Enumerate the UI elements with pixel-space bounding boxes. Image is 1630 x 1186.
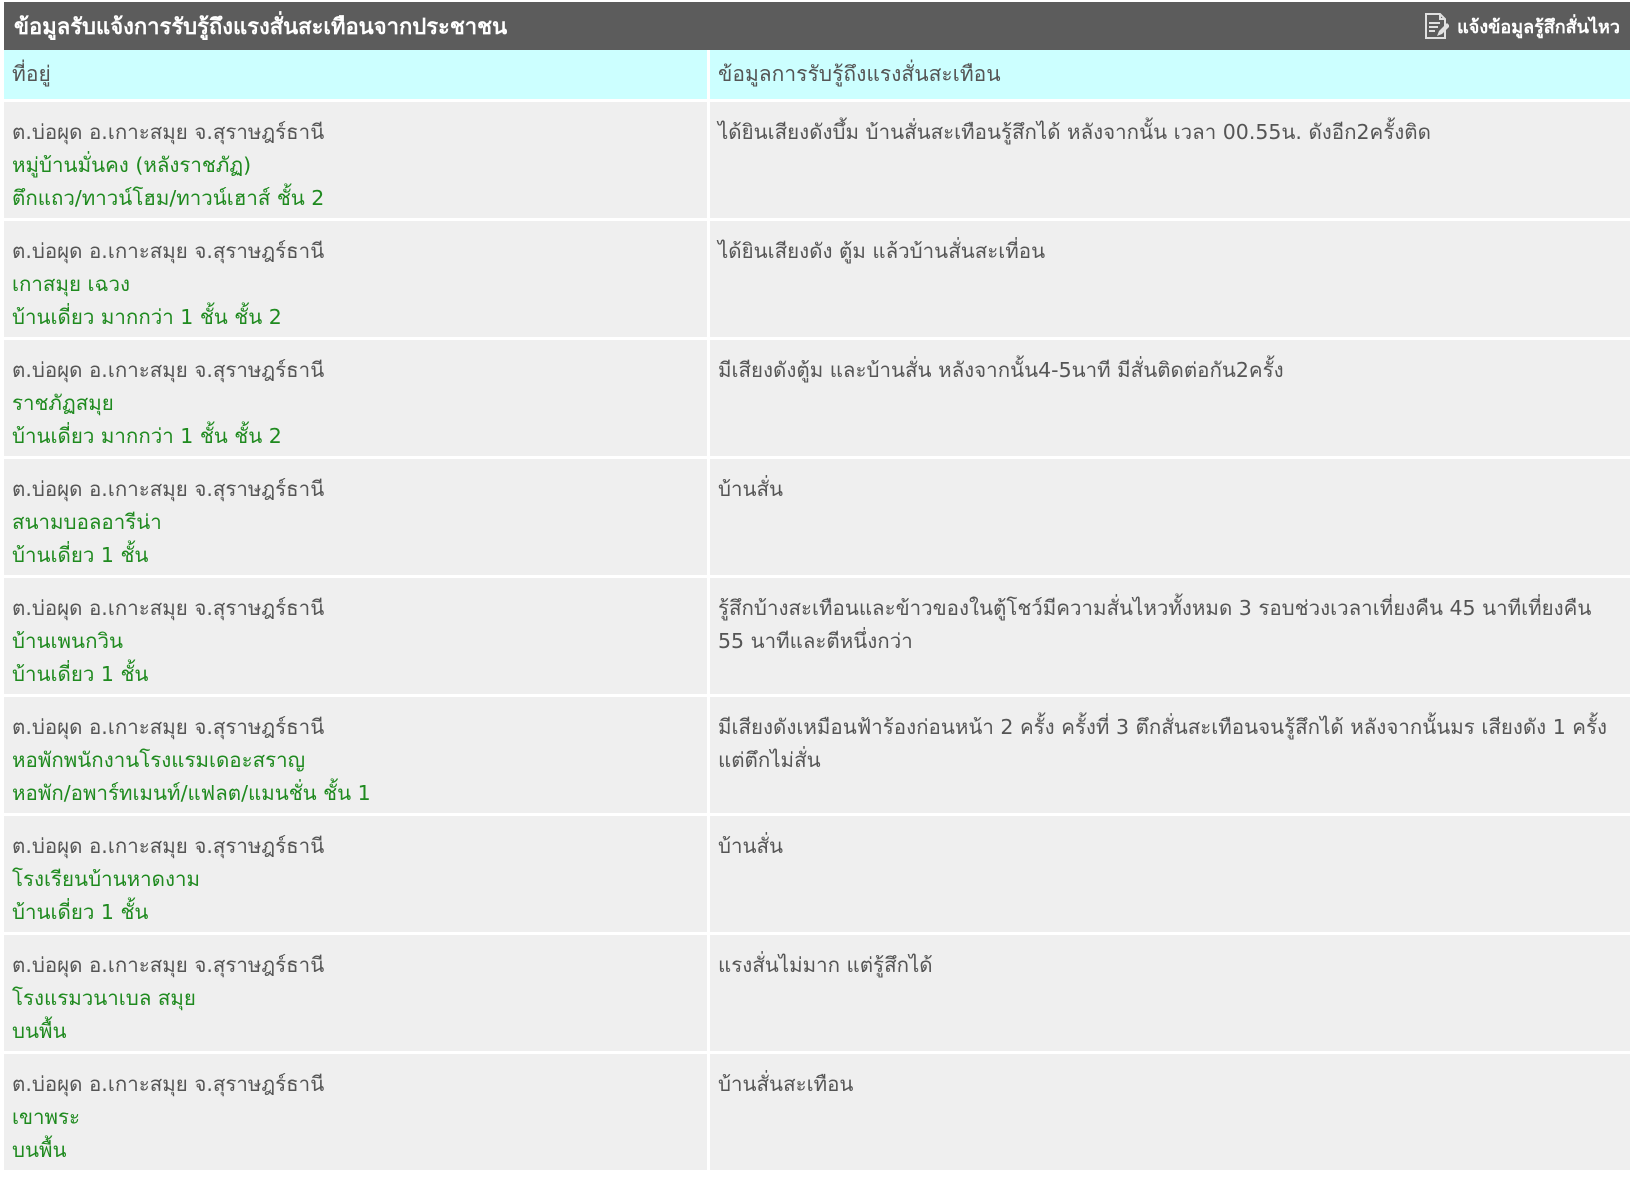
address-district: ต.บ่อผุด อ.เกาะสมุย จ.สุราษฎร์ธานี — [12, 120, 325, 144]
address-place: สนามบอลอารีน่า — [12, 510, 162, 534]
address-building-type: บ้านเดี่ยว มากกว่า 1 ชั้น ชั้น 2 — [12, 424, 282, 448]
felt-report-text: มีเสียงดังตู้ม และบ้านสั่น หลังจากนั้น4-… — [718, 358, 1284, 382]
felt-info-cell: รู้สึกบ้างสะเทือนและข้าวของในตู้โชว์มีคว… — [710, 578, 1630, 697]
address-place: หมู่บ้านมั่นคง (หลังราชภัฏ) — [12, 153, 252, 177]
address-cell: ต.บ่อผุด อ.เกาะสมุย จ.สุราษฎร์ธานี หมู่บ… — [4, 102, 710, 221]
reports-panel: ข้อมูลรับแจ้งการรับรู้ถึงแรงสั่นสะเทือนจ… — [4, 2, 1630, 1177]
address-building-type: บนพื้น — [12, 1019, 67, 1043]
felt-info-cell: ได้ยินเสียงดังบึ้ม บ้านสั่นสะเทือนรู้สึก… — [710, 102, 1630, 221]
felt-report-text: แรงสั่นไม่มาก แต่รู้สึกได้ — [718, 953, 933, 977]
address-place: ราชภัฏสมุย — [12, 391, 114, 415]
table-row: ต.บ่อผุด อ.เกาะสมุย จ.สุราษฎร์ธานี เกาสม… — [4, 221, 1630, 340]
address-building-type: บ้านเดี่ยว 1 ชั้น — [12, 900, 149, 924]
address-building-type: หอพัก/อพาร์ทเมนท์/แฟลต/แมนชั่น ชั้น 1 — [12, 781, 371, 805]
table-row: ต.บ่อผุด อ.เกาะสมุย จ.สุราษฎร์ธานี หอพัก… — [4, 697, 1630, 816]
felt-report-text: ได้ยินเสียงดังบึ้ม บ้านสั่นสะเทือนรู้สึก… — [718, 120, 1431, 144]
address-district: ต.บ่อผุด อ.เกาะสมุย จ.สุราษฎร์ธานี — [12, 834, 325, 858]
address-building-type: บ้านเดี่ยว 1 ชั้น — [12, 543, 149, 567]
address-cell: ต.บ่อผุด อ.เกาะสมุย จ.สุราษฎร์ธานี สนามบ… — [4, 459, 710, 578]
felt-info-cell: มีเสียงดังเหมือนฟ้าร้องก่อนหน้า 2 ครั้ง … — [710, 697, 1630, 816]
address-building-type: บ้านเดี่ยว 1 ชั้น — [12, 662, 149, 686]
edit-document-icon — [1425, 13, 1450, 39]
address-cell: ต.บ่อผุด อ.เกาะสมุย จ.สุราษฎร์ธานี เขาพร… — [4, 1054, 710, 1173]
address-cell: ต.บ่อผุด อ.เกาะสมุย จ.สุราษฎร์ธานี โรงเร… — [4, 816, 710, 935]
address-place: บ้านเพนกวิน — [12, 629, 124, 653]
address-place: โรงเรียนบ้านหาดงาม — [12, 867, 200, 891]
address-building-type: บ้านเดี่ยว มากกว่า 1 ชั้น ชั้น 2 — [12, 305, 282, 329]
address-district: ต.บ่อผุด อ.เกาะสมุย จ.สุราษฎร์ธานี — [12, 477, 325, 501]
table-row: ต.บ่อผุด อ.เกาะสมุย จ.สุราษฎร์ธานี หมู่บ… — [4, 102, 1630, 221]
address-district: ต.บ่อผุด อ.เกาะสมุย จ.สุราษฎร์ธานี — [12, 239, 325, 263]
felt-info-cell: บ้านสั่น — [710, 459, 1630, 578]
address-building-type: บนพื้น — [12, 1138, 67, 1162]
felt-report-text: ได้ยินเสียงดัง ตู้ม แล้วบ้านสั่นสะเที่อน — [718, 239, 1046, 263]
column-header-address: ที่อยู่ — [4, 50, 710, 102]
address-building-type: ตึกแถว/ทาวน์โฮม/ทาวน์เฮาส์ ชั้น 2 — [12, 186, 325, 210]
address-district: ต.บ่อผุด อ.เกาะสมุย จ.สุราษฎร์ธานี — [12, 1072, 325, 1096]
table-header-row: ที่อยู่ ข้อมูลการรับรู้ถึงแรงสั่นสะเทือน — [4, 50, 1630, 102]
address-cell: ต.บ่อผุด อ.เกาะสมุย จ.สุราษฎร์ธานี บ้านเ… — [4, 578, 710, 697]
felt-report-text: บ้านสั่น — [718, 834, 784, 858]
address-cell: ต.บ่อผุด อ.เกาะสมุย จ.สุราษฎร์ธานี หอพัก… — [4, 697, 710, 816]
table-row: ต.บ่อผุด อ.เกาะสมุย จ.สุราษฎร์ธานี เขาพร… — [4, 1054, 1630, 1173]
panel-header: ข้อมูลรับแจ้งการรับรู้ถึงแรงสั่นสะเทือนจ… — [4, 2, 1630, 50]
address-place: เกาสมุย เฉวง — [12, 272, 130, 296]
felt-info-cell: มีเสียงดังตู้ม และบ้านสั่น หลังจากนั้น4-… — [710, 340, 1630, 459]
panel-title: ข้อมูลรับแจ้งการรับรู้ถึงแรงสั่นสะเทือนจ… — [14, 14, 508, 40]
felt-report-text: บ้านสั่น — [718, 477, 784, 501]
address-district: ต.บ่อผุด อ.เกาะสมุย จ.สุราษฎร์ธานี — [12, 596, 325, 620]
felt-info-cell: บ้านสั่น — [710, 816, 1630, 935]
report-felt-quake-label: แจ้งข้อมูลรู้สึกสั่นไหว — [1457, 16, 1620, 38]
felt-info-cell: บ้านสั่นสะเทือน — [710, 1054, 1630, 1173]
report-felt-quake-button[interactable]: แจ้งข้อมูลรู้สึกสั่นไหว — [1423, 12, 1620, 41]
address-place: เขาพระ — [12, 1105, 81, 1129]
address-cell: ต.บ่อผุด อ.เกาะสมุย จ.สุราษฎร์ธานี โรงแร… — [4, 935, 710, 1054]
table-row: ต.บ่อผุด อ.เกาะสมุย จ.สุราษฎร์ธานี ราชภั… — [4, 340, 1630, 459]
table-row: ต.บ่อผุด อ.เกาะสมุย จ.สุราษฎร์ธานี โรงแร… — [4, 935, 1630, 1054]
address-cell: ต.บ่อผุด อ.เกาะสมุย จ.สุราษฎร์ธานี ราชภั… — [4, 340, 710, 459]
address-place: โรงแรมวนาเบล สมุย — [12, 986, 196, 1010]
felt-info-cell: แรงสั่นไม่มาก แต่รู้สึกได้ — [710, 935, 1630, 1054]
felt-reports-table: ที่อยู่ ข้อมูลการรับรู้ถึงแรงสั่นสะเทือน… — [4, 50, 1630, 1173]
felt-report-text: บ้านสั่นสะเทือน — [718, 1072, 854, 1096]
felt-report-text: มีเสียงดังเหมือนฟ้าร้องก่อนหน้า 2 ครั้ง … — [718, 715, 1607, 772]
column-header-felt-info: ข้อมูลการรับรู้ถึงแรงสั่นสะเทือน — [710, 50, 1630, 102]
address-district: ต.บ่อผุด อ.เกาะสมุย จ.สุราษฎร์ธานี — [12, 715, 325, 739]
address-cell: ต.บ่อผุด อ.เกาะสมุย จ.สุราษฎร์ธานี เกาสม… — [4, 221, 710, 340]
table-row: ต.บ่อผุด อ.เกาะสมุย จ.สุราษฎร์ธานี โรงเร… — [4, 816, 1630, 935]
table-row: ต.บ่อผุด อ.เกาะสมุย จ.สุราษฎร์ธานี สนามบ… — [4, 459, 1630, 578]
address-place: หอพักพนักงานโรงแรมเดอะสราญ — [12, 748, 306, 772]
address-district: ต.บ่อผุด อ.เกาะสมุย จ.สุราษฎร์ธานี — [12, 953, 325, 977]
address-district: ต.บ่อผุด อ.เกาะสมุย จ.สุราษฎร์ธานี — [12, 358, 325, 382]
felt-info-cell: ได้ยินเสียงดัง ตู้ม แล้วบ้านสั่นสะเที่อน — [710, 221, 1630, 340]
table-row: ต.บ่อผุด อ.เกาะสมุย จ.สุราษฎร์ธานี บ้านเ… — [4, 578, 1630, 697]
felt-report-text: รู้สึกบ้างสะเทือนและข้าวของในตู้โชว์มีคว… — [718, 596, 1592, 653]
